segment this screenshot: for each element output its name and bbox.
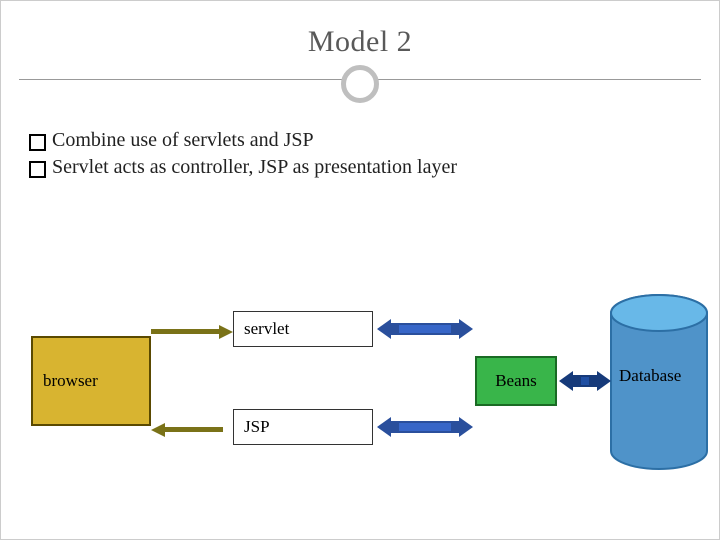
arrow-browser-to-servlet-icon <box>151 329 221 334</box>
node-label: servlet <box>244 319 289 339</box>
arrow-jsp-beans-icon <box>387 421 463 433</box>
architecture-diagram: browser servlet JSP Beans Database <box>1 281 720 511</box>
bullet-square-icon <box>29 134 46 151</box>
node-browser: browser <box>31 336 151 426</box>
node-label: JSP <box>244 417 270 437</box>
slide-title: Model 2 <box>1 25 719 59</box>
bullet-list: Combine use of servlets and JSP Servlet … <box>29 129 691 179</box>
arrow-beans-database-icon <box>569 375 601 387</box>
bullet-item: Servlet acts as controller, JSP as prese… <box>29 156 691 179</box>
node-database-label: Database <box>619 366 681 386</box>
node-label: Beans <box>495 371 537 391</box>
bullet-text: Servlet acts as controller, JSP as prese… <box>52 156 457 179</box>
bullet-item: Combine use of servlets and JSP <box>29 129 691 152</box>
slide: Model 2 Combine use of servlets and JSP … <box>0 0 720 540</box>
bullet-text: Combine use of servlets and JSP <box>52 129 314 152</box>
node-label: browser <box>43 371 98 391</box>
node-servlet: servlet <box>233 311 373 347</box>
arrow-jsp-to-browser-icon <box>163 427 223 432</box>
divider-circle-icon <box>341 65 379 103</box>
node-jsp: JSP <box>233 409 373 445</box>
title-divider <box>1 79 719 107</box>
arrow-servlet-beans-icon <box>387 323 463 335</box>
bullet-square-icon <box>29 161 46 178</box>
node-beans: Beans <box>475 356 557 406</box>
